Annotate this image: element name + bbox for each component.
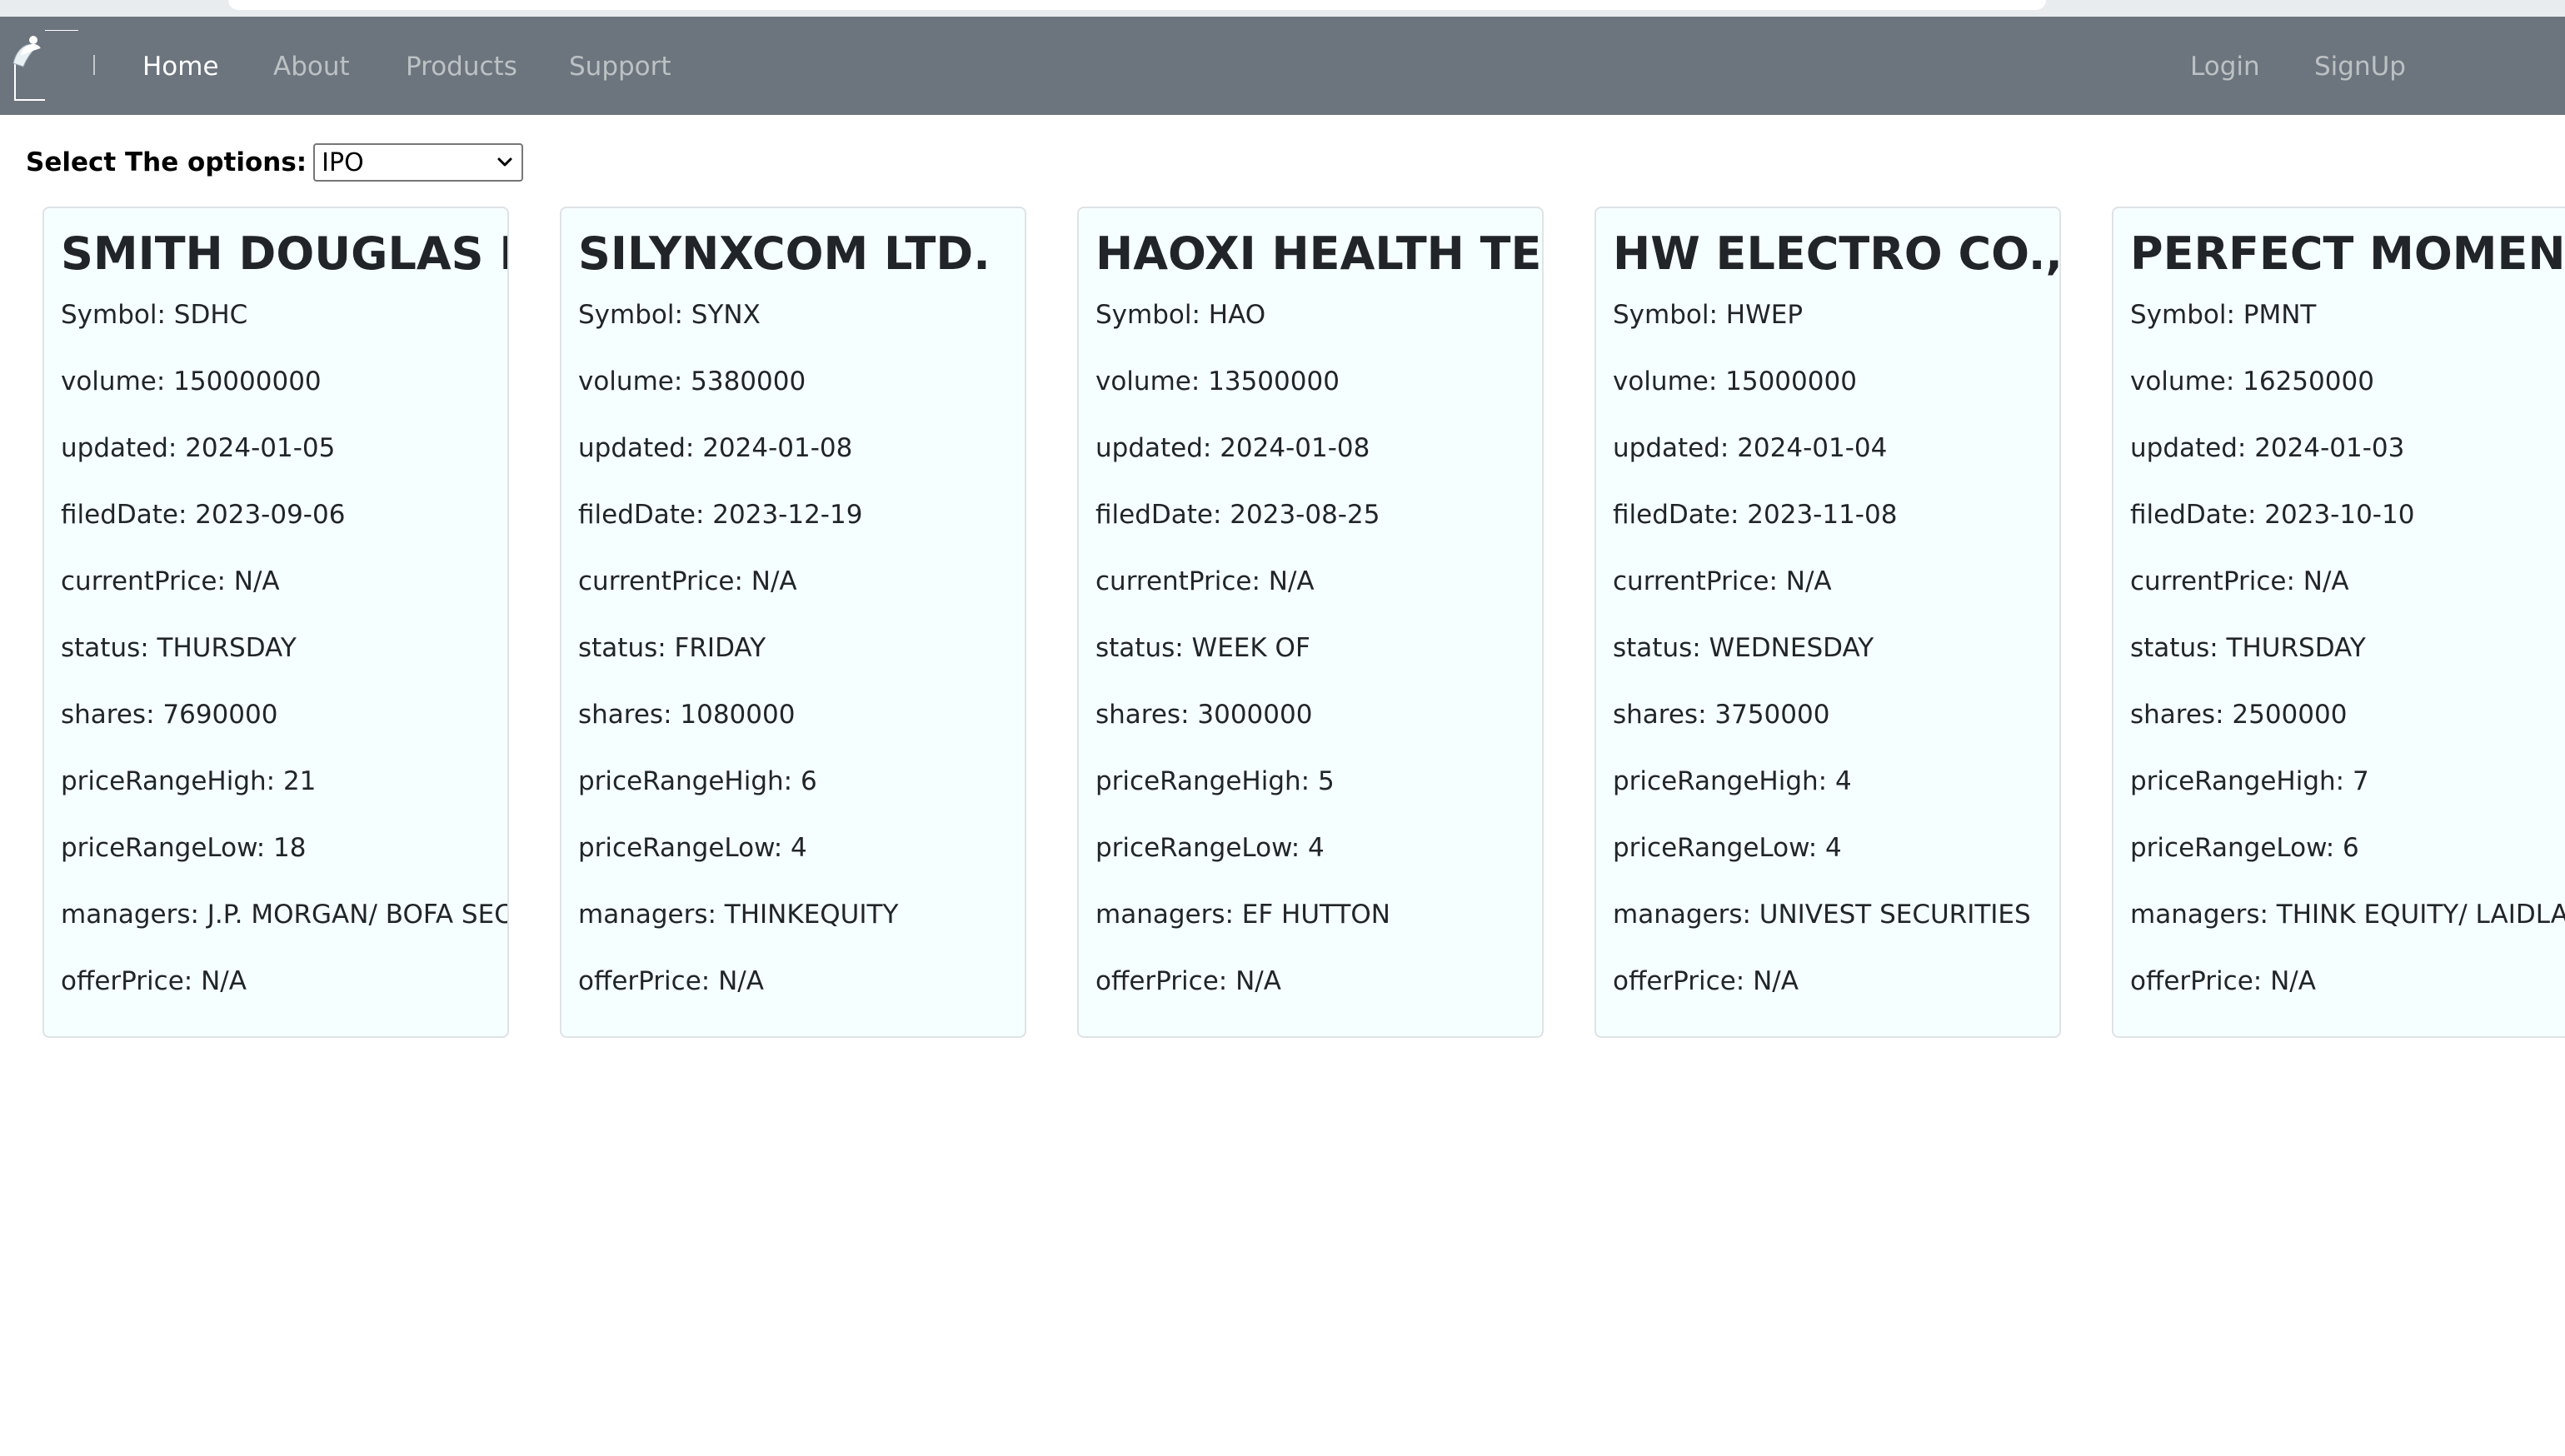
card-managers: managers: UNIVEST SECURITIES xyxy=(1613,900,2031,930)
card-shares: shares: 3750000 xyxy=(1613,700,1830,730)
nav-support[interactable]: Support xyxy=(569,50,671,83)
card-offer-price: offerPrice: N/A xyxy=(1095,966,1281,996)
card-updated: updated: 2024-01-03 xyxy=(2130,433,2405,463)
browser-top-strip xyxy=(0,0,2565,17)
navbar: Home About Products Support Login SignUp xyxy=(0,17,2565,115)
card-status: status: THURSDAY xyxy=(61,633,297,663)
card-status: status: WEDNESDAY xyxy=(1613,633,1874,663)
card-title: HW ELECTRO CO., LTD. xyxy=(1613,227,2061,280)
card-symbol: Symbol: SYNX xyxy=(578,300,761,330)
ipo-card: HAOXI HEALTH TECHNOLOGY Symbol: HAO volu… xyxy=(1077,207,1544,1038)
ipo-card: PERFECT MOMENT LTD. Symbol: PMNT volume:… xyxy=(2112,207,2565,1038)
nav-home[interactable]: Home xyxy=(142,50,219,83)
card-filed-date: filedDate: 2023-09-06 xyxy=(61,500,346,530)
broken-image-icon xyxy=(12,30,78,101)
card-managers: managers: J.P. MORGAN/ BOFA SECURITIES xyxy=(61,900,507,930)
card-volume: volume: 13500000 xyxy=(1095,366,1340,396)
nav-products[interactable]: Products xyxy=(406,50,517,83)
card-filed-date: filedDate: 2023-10-10 xyxy=(2130,500,2415,530)
card-price-range-low: priceRangeLow: 18 xyxy=(61,833,307,863)
card-offer-price: offerPrice: N/A xyxy=(578,966,764,996)
card-title: SMITH DOUGLAS HOMES CORP. xyxy=(61,227,507,280)
card-symbol: Symbol: PMNT xyxy=(2130,300,2317,330)
card-offer-price: offerPrice: N/A xyxy=(1613,966,1799,996)
card-current-price: currentPrice: N/A xyxy=(1613,566,1832,596)
card-price-range-high: priceRangeHigh: 6 xyxy=(578,766,817,796)
card-price-range-low: priceRangeLow: 4 xyxy=(578,833,807,863)
card-updated: updated: 2024-01-04 xyxy=(1613,433,1888,463)
card-status: status: THURSDAY xyxy=(2130,633,2366,663)
options-select[interactable]: IPO xyxy=(313,143,524,182)
card-current-price: currentPrice: N/A xyxy=(578,566,797,596)
card-price-range-high: priceRangeHigh: 7 xyxy=(2130,766,2369,796)
ipo-card-list: SMITH DOUGLAS HOMES CORP. Symbol: SDHC v… xyxy=(0,207,2565,1040)
nav-about[interactable]: About xyxy=(273,50,350,83)
nav-login[interactable]: Login xyxy=(2190,50,2260,83)
brand-divider xyxy=(93,55,95,75)
card-managers: managers: THINKEQUITY xyxy=(578,900,899,930)
browser-address-bar[interactable] xyxy=(228,0,2046,10)
card-title: SILYNXCOM LTD. xyxy=(578,227,991,280)
card-status: status: WEEK OF xyxy=(1095,633,1310,663)
card-symbol: Symbol: HWEP xyxy=(1613,300,1804,330)
card-symbol: Symbol: SDHC xyxy=(61,300,248,330)
card-shares: shares: 2500000 xyxy=(2130,700,2348,730)
card-managers: managers: EF HUTTON xyxy=(1095,900,1390,930)
brand-logo[interactable] xyxy=(12,30,78,102)
card-title: HAOXI HEALTH TECHNOLOGY xyxy=(1095,227,1542,280)
card-offer-price: offerPrice: N/A xyxy=(61,966,247,996)
ipo-card: HW ELECTRO CO., LTD. Symbol: HWEP volume… xyxy=(1594,207,2061,1038)
card-filed-date: filedDate: 2023-08-25 xyxy=(1095,500,1380,530)
options-row: Select The options: IPO xyxy=(26,142,524,183)
nav-signup[interactable]: SignUp xyxy=(2314,50,2406,83)
card-price-range-high: priceRangeHigh: 4 xyxy=(1613,766,1852,796)
card-shares: shares: 1080000 xyxy=(578,700,796,730)
card-updated: updated: 2024-01-05 xyxy=(61,433,336,463)
card-volume: volume: 5380000 xyxy=(578,366,806,396)
card-updated: updated: 2024-01-08 xyxy=(1095,433,1370,463)
card-price-range-high: priceRangeHigh: 5 xyxy=(1095,766,1335,796)
card-shares: shares: 7690000 xyxy=(61,700,278,730)
ipo-card: SILYNXCOM LTD. Symbol: SYNX volume: 5380… xyxy=(560,207,1026,1038)
card-managers: managers: THINK EQUITY/ LAIDLAW xyxy=(2130,900,2565,930)
card-price-range-low: priceRangeLow: 4 xyxy=(1095,833,1325,863)
options-label: Select The options: xyxy=(26,147,307,177)
card-price-range-low: priceRangeLow: 6 xyxy=(2130,833,2359,863)
card-current-price: currentPrice: N/A xyxy=(2130,566,2349,596)
card-shares: shares: 3000000 xyxy=(1095,700,1313,730)
card-volume: volume: 15000000 xyxy=(1613,366,1857,396)
card-volume: volume: 16250000 xyxy=(2130,366,2374,396)
options-select-value: IPO xyxy=(322,148,364,177)
card-price-range-high: priceRangeHigh: 21 xyxy=(61,766,317,796)
card-offer-price: offerPrice: N/A xyxy=(2130,966,2316,996)
card-filed-date: filedDate: 2023-11-08 xyxy=(1613,500,1898,530)
chevron-down-icon xyxy=(497,157,512,167)
card-title: PERFECT MOMENT LTD. xyxy=(2130,227,2565,280)
ipo-card: SMITH DOUGLAS HOMES CORP. Symbol: SDHC v… xyxy=(42,207,509,1038)
card-filed-date: filedDate: 2023-12-19 xyxy=(578,500,863,530)
card-volume: volume: 150000000 xyxy=(61,366,322,396)
card-current-price: currentPrice: N/A xyxy=(61,566,280,596)
card-status: status: FRIDAY xyxy=(578,633,766,663)
card-price-range-low: priceRangeLow: 4 xyxy=(1613,833,1842,863)
card-updated: updated: 2024-01-08 xyxy=(578,433,853,463)
card-symbol: Symbol: HAO xyxy=(1095,300,1266,330)
card-current-price: currentPrice: N/A xyxy=(1095,566,1315,596)
